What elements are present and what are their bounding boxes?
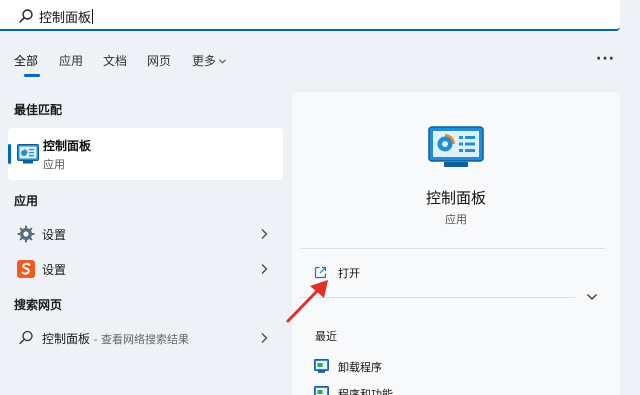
chevron-down-icon[interactable] xyxy=(586,292,598,302)
search-input[interactable]: 控制面板 xyxy=(39,7,94,26)
search-icon xyxy=(19,330,33,345)
control-panel-icon xyxy=(17,144,39,164)
web-search-result[interactable]: 控制面板 - 查看网络搜索结果 xyxy=(8,322,283,354)
more-options-button[interactable]: ··· xyxy=(596,51,615,67)
tab-documents[interactable]: 文档 xyxy=(103,52,127,69)
tab-more[interactable]: 更多 xyxy=(192,52,227,69)
detail-title: 控制面板 xyxy=(425,189,486,207)
active-tab-indicator xyxy=(24,74,40,77)
recent-item-uninstall[interactable]: 卸载程序 xyxy=(314,356,514,376)
tab-all[interactable]: 全部 xyxy=(14,52,38,69)
search-bar[interactable]: 控制面板 xyxy=(0,0,620,31)
recent-item-programs-features[interactable]: 程序和功能 xyxy=(314,383,514,395)
best-match-heading: 最佳匹配 xyxy=(14,103,63,117)
open-label: 打开 xyxy=(338,267,360,280)
best-match-title: 控制面板 xyxy=(43,139,92,153)
selection-accent xyxy=(8,144,11,164)
control-panel-icon xyxy=(428,126,484,167)
detail-panel: 控制面板 应用 打开 最近 卸载程序 程序和功能 xyxy=(292,92,620,395)
web-search-heading: 搜索网页 xyxy=(14,298,63,312)
open-button[interactable]: 打开 xyxy=(306,260,596,286)
divider xyxy=(300,248,605,249)
chevron-down-icon xyxy=(218,59,227,64)
web-search-suffix: - 查看网络搜索结果 xyxy=(90,333,189,346)
app-result-label: 设置 xyxy=(42,228,67,242)
app-result-settings-sogou[interactable]: 设置 xyxy=(8,253,283,285)
search-input-value: 控制面板 xyxy=(39,11,92,26)
tab-web[interactable]: 网页 xyxy=(147,52,171,69)
app-result-settings[interactable]: 设置 xyxy=(8,218,283,250)
sogou-s-icon xyxy=(17,260,35,278)
web-search-query: 控制面板 xyxy=(42,332,91,346)
recent-heading: 最近 xyxy=(315,330,337,343)
open-external-icon xyxy=(314,266,327,279)
recent-item-label: 程序和功能 xyxy=(338,388,393,395)
text-caret xyxy=(92,9,94,24)
programs-icon xyxy=(314,386,329,395)
apps-heading: 应用 xyxy=(14,194,39,208)
chevron-right-icon xyxy=(261,333,268,343)
programs-icon xyxy=(314,359,329,373)
recent-item-label: 卸载程序 xyxy=(338,361,382,374)
divider xyxy=(300,297,575,298)
app-result-label: 设置 xyxy=(42,263,67,277)
tab-apps[interactable]: 应用 xyxy=(59,52,83,69)
web-search-label: 控制面板 - 查看网络搜索结果 xyxy=(42,330,189,347)
tab-more-label: 更多 xyxy=(192,54,217,68)
gear-icon xyxy=(17,225,35,243)
search-icon xyxy=(19,9,33,23)
chevron-right-icon xyxy=(261,264,268,274)
chevron-right-icon xyxy=(261,229,268,239)
best-match-item[interactable]: 控制面板 应用 xyxy=(8,128,283,180)
best-match-subtitle: 应用 xyxy=(43,158,65,171)
detail-subtitle: 应用 xyxy=(445,213,467,226)
